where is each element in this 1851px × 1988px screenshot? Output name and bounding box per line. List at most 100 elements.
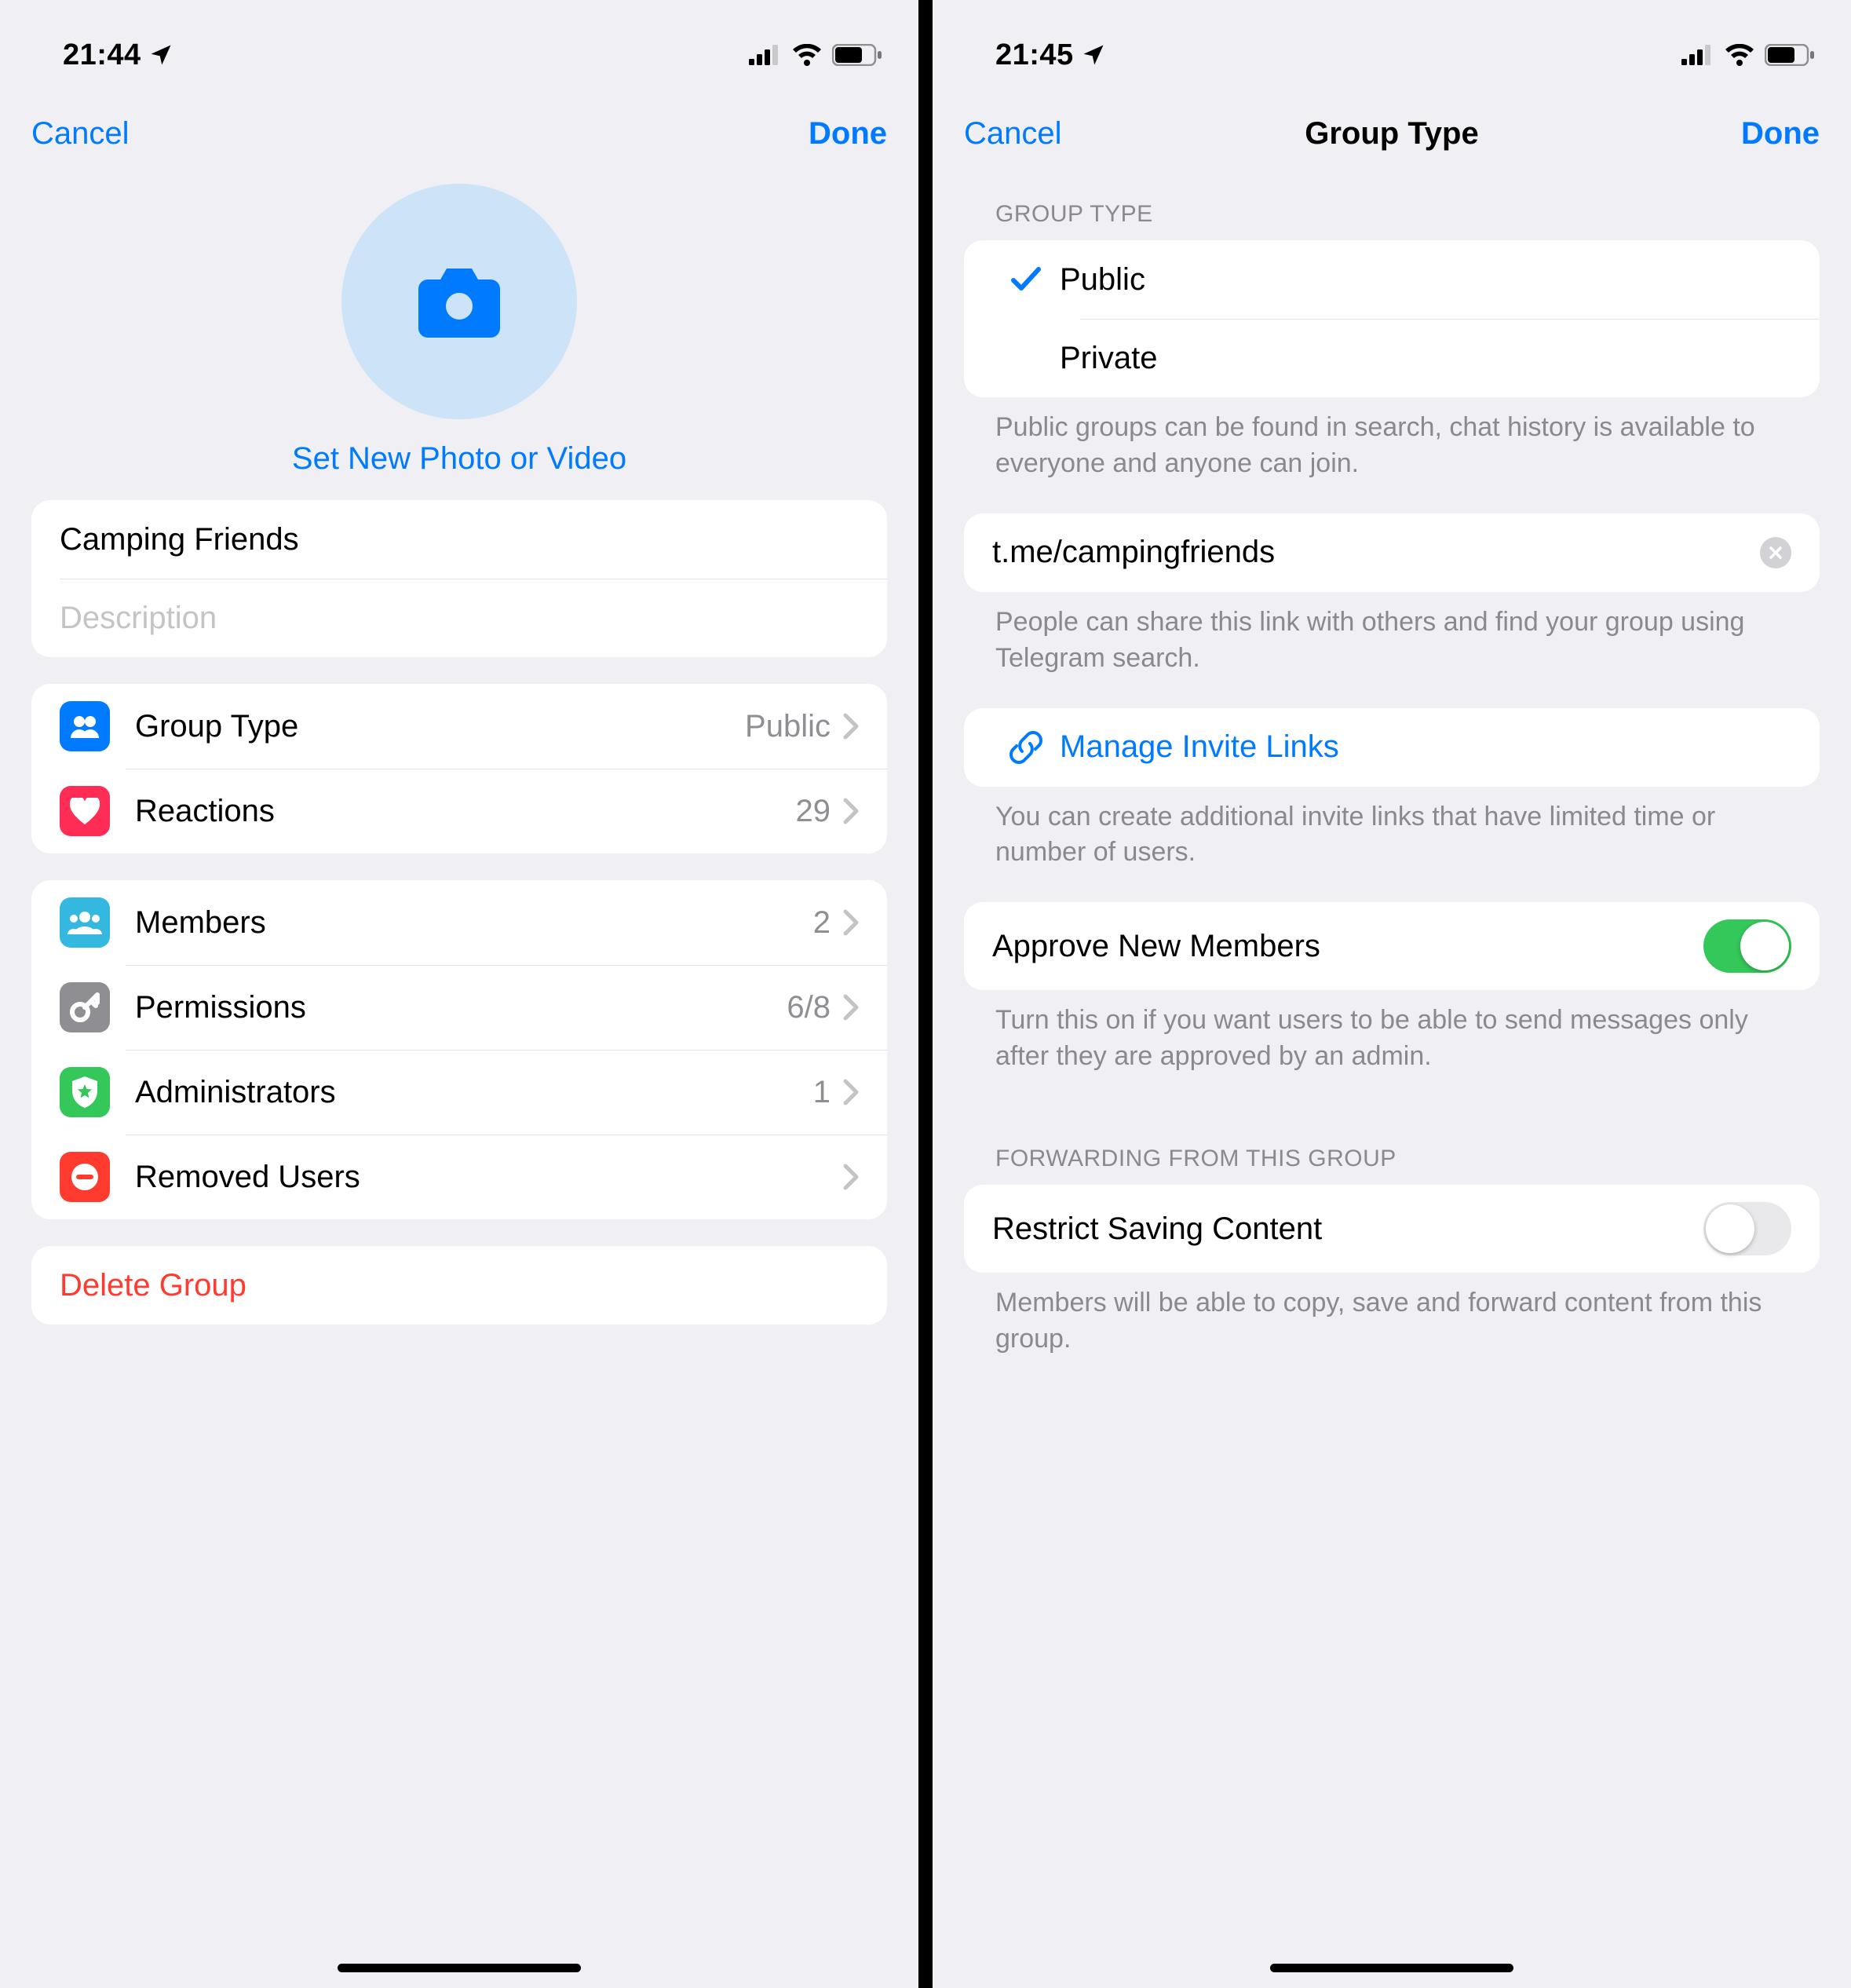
group-edit-screen: 21:44 Cancel Done Set New Photo or Vid (0, 0, 918, 1988)
minus-circle-icon (60, 1152, 110, 1202)
public-option[interactable]: Public (964, 240, 1820, 319)
approve-members-label: Approve New Members (992, 929, 1703, 964)
status-time-text: 21:44 (63, 38, 141, 72)
restrict-saving-toggle[interactable] (1703, 1202, 1791, 1255)
screenshot-divider (918, 0, 933, 1988)
location-icon (1082, 43, 1105, 67)
set-photo-button[interactable]: Set New Photo or Video (292, 441, 626, 477)
cellular-icon (749, 45, 782, 65)
delete-group-label: Delete Group (60, 1268, 246, 1303)
link-icon-container (992, 728, 1060, 767)
permissions-row[interactable]: Permissions 6/8 (31, 965, 887, 1050)
home-indicator (338, 1964, 581, 1972)
status-icons (749, 44, 882, 66)
chevron-right-icon (843, 994, 859, 1021)
restrict-saving-group: Restrict Saving Content (964, 1185, 1820, 1273)
public-link-row[interactable]: t.me/campingfriends (964, 513, 1820, 592)
wifi-icon (1724, 44, 1755, 66)
navbar-title: Group Type (933, 116, 1851, 152)
status-time: 21:45 (995, 38, 1105, 72)
x-icon (1769, 546, 1783, 560)
group-type-row[interactable]: Group Type Public (31, 684, 887, 769)
reactions-row[interactable]: Reactions 29 (31, 769, 887, 853)
chevron-right-icon (843, 798, 859, 824)
group-description-cell[interactable] (31, 579, 887, 657)
group-type-value: Public (745, 709, 831, 744)
approve-members-group: Approve New Members (964, 902, 1820, 990)
chevron-right-icon (843, 713, 859, 740)
status-bar: 21:44 (0, 0, 918, 94)
checkmark-column (992, 266, 1060, 293)
delete-group: Delete Group (31, 1246, 887, 1325)
cellular-icon (1681, 45, 1714, 65)
public-link-group: t.me/campingfriends (964, 513, 1820, 592)
clear-link-button[interactable] (1760, 537, 1791, 568)
public-link-footer: People can share this link with others a… (933, 592, 1851, 677)
approve-members-footer: Turn this on if you want users to be abl… (933, 990, 1851, 1075)
removed-users-label: Removed Users (135, 1160, 843, 1195)
key-icon (60, 982, 110, 1032)
group-type-options: Public Private (964, 240, 1820, 397)
group-description-input[interactable] (60, 601, 859, 636)
group-type-screen: 21:45 Cancel Group Type Done GROUP TYPE … (933, 0, 1851, 1988)
public-link-text: t.me/campingfriends (992, 535, 1760, 570)
status-bar: 21:45 (933, 0, 1851, 94)
battery-icon (1765, 44, 1815, 66)
members-row[interactable]: Members 2 (31, 880, 887, 965)
permissions-label: Permissions (135, 990, 787, 1025)
members-icon (60, 897, 110, 948)
chevron-right-icon (843, 909, 859, 936)
removed-users-row[interactable]: Removed Users (31, 1135, 887, 1219)
group-name-input[interactable] (60, 522, 859, 557)
name-description-group (31, 500, 887, 657)
checkmark-icon (1010, 266, 1042, 293)
members-admin-group: Members 2 Permissions 6/8 Administrators… (31, 880, 887, 1219)
public-label: Public (1060, 262, 1791, 298)
wifi-icon (791, 44, 823, 66)
members-label: Members (135, 905, 813, 941)
private-label: Private (1060, 341, 1791, 376)
private-option[interactable]: Private (964, 319, 1820, 397)
done-button[interactable]: Done (809, 116, 887, 152)
forwarding-header: FORWARDING FROM THIS GROUP (933, 1102, 1851, 1185)
avatar-placeholder[interactable] (341, 184, 577, 419)
location-icon (149, 43, 173, 67)
administrators-row[interactable]: Administrators 1 (31, 1050, 887, 1135)
manage-invite-links-row[interactable]: Manage Invite Links (964, 708, 1820, 787)
group-icon (60, 701, 110, 751)
chevron-right-icon (843, 1164, 859, 1190)
approve-members-row: Approve New Members (964, 902, 1820, 990)
group-name-cell[interactable] (31, 500, 887, 579)
approve-members-toggle[interactable] (1703, 919, 1791, 973)
battery-icon (832, 44, 882, 66)
invite-links-group: Manage Invite Links (964, 708, 1820, 787)
avatar-block: Set New Photo or Video (0, 173, 918, 500)
link-icon (1006, 728, 1046, 767)
chevron-right-icon (843, 1079, 859, 1105)
status-icons (1681, 44, 1815, 66)
navbar: Cancel Done (0, 94, 918, 173)
group-type-footer: Public groups can be found in search, ch… (933, 397, 1851, 482)
done-button[interactable]: Done (1741, 116, 1820, 152)
reactions-value: 29 (796, 794, 831, 829)
permissions-value: 6/8 (787, 990, 831, 1025)
group-type-label: Group Type (135, 709, 745, 744)
type-reactions-group: Group Type Public Reactions 29 (31, 684, 887, 853)
home-indicator (1270, 1964, 1513, 1972)
group-type-header: GROUP TYPE (933, 173, 1851, 240)
manage-invite-links-label: Manage Invite Links (1060, 729, 1791, 765)
invite-links-footer: You can create additional invite links t… (933, 787, 1851, 872)
camera-icon (412, 262, 506, 341)
members-value: 2 (813, 905, 831, 941)
delete-group-row[interactable]: Delete Group (31, 1246, 887, 1325)
restrict-saving-row: Restrict Saving Content (964, 1185, 1820, 1273)
restrict-saving-label: Restrict Saving Content (992, 1211, 1703, 1247)
heart-icon (60, 786, 110, 836)
navbar: Cancel Group Type Done (933, 94, 1851, 173)
cancel-button[interactable]: Cancel (31, 116, 130, 152)
cancel-button[interactable]: Cancel (964, 116, 1062, 152)
administrators-label: Administrators (135, 1075, 813, 1110)
status-time-text: 21:45 (995, 38, 1074, 72)
status-time: 21:44 (63, 38, 173, 72)
administrators-value: 1 (813, 1075, 831, 1110)
